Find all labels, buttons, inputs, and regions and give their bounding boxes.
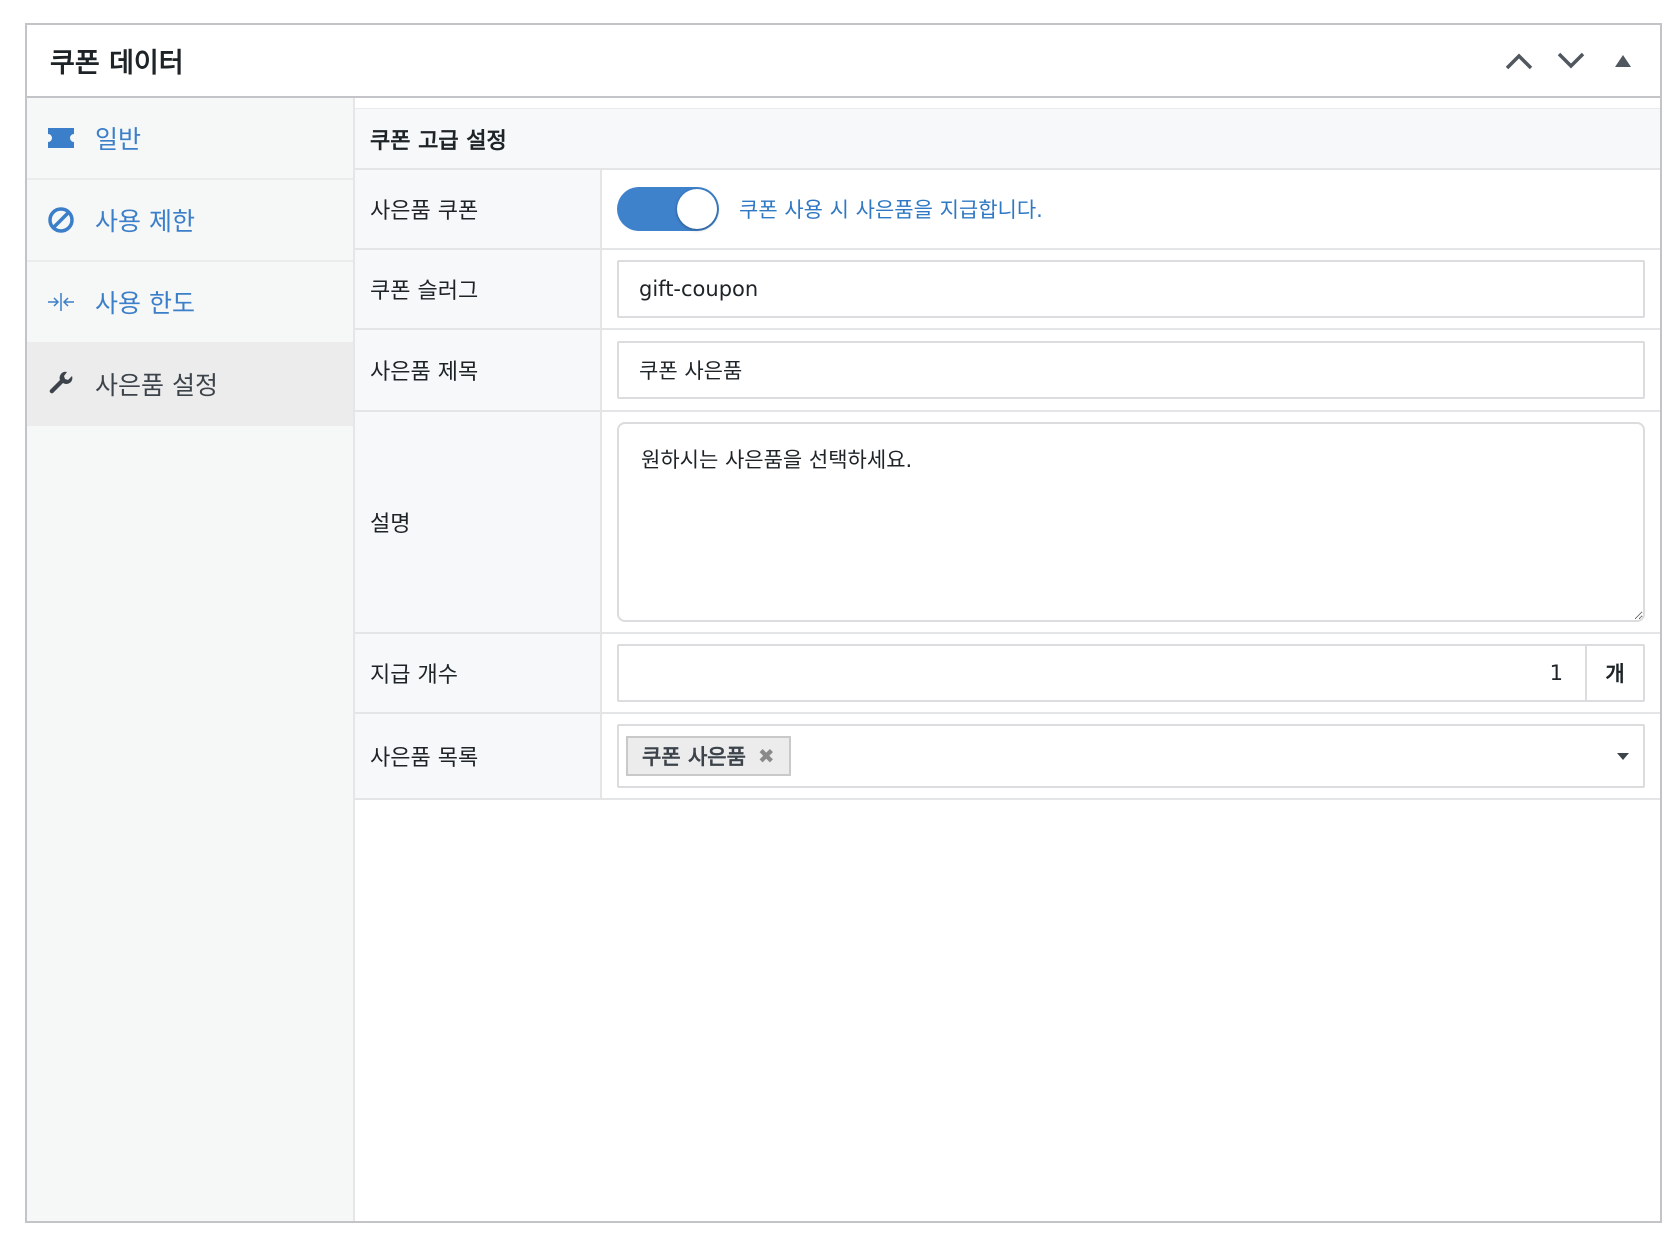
tab-usage-restriction-label: 사용 제한 bbox=[95, 207, 195, 236]
row-gift-coupon: 사은품 쿠폰 쿠폰 사용 시 사은품을 지급합니다. bbox=[355, 170, 1660, 250]
tab-general-label: 일반 bbox=[95, 125, 142, 154]
caret-up-icon[interactable] bbox=[1608, 46, 1638, 76]
tab-usage-limits[interactable]: 사용 한도 bbox=[27, 262, 353, 344]
panel-header: 쿠폰 데이터 bbox=[27, 25, 1660, 98]
chevron-up-icon[interactable] bbox=[1504, 46, 1534, 76]
gift-title-label: 사은품 제목 bbox=[355, 330, 602, 410]
chevron-down-icon[interactable] bbox=[1556, 46, 1586, 76]
tab-gift-settings[interactable]: 사은품 설정 bbox=[27, 344, 353, 426]
quantity-unit: 개 bbox=[1585, 646, 1643, 700]
main-content: 쿠폰 고급 설정 사은품 쿠폰 쿠폰 사용 시 사은품을 지급합니다. 쿠폰 슬… bbox=[355, 98, 1660, 1221]
tab-general[interactable]: 일반 bbox=[27, 98, 353, 180]
gift-coupon-toggle[interactable] bbox=[617, 187, 719, 231]
row-gift-list: 사은품 목록 쿠폰 사은품 ✖ bbox=[355, 714, 1660, 800]
selected-gift-label: 쿠폰 사은품 bbox=[642, 745, 746, 769]
coupon-data-panel: 쿠폰 데이터 일반 사용 제한 사용 한도 사은품 설정 쿠폰 고급 설정 사은… bbox=[25, 23, 1662, 1223]
tab-usage-restriction[interactable]: 사용 제한 bbox=[27, 180, 353, 262]
row-coupon-slug: 쿠폰 슬러그 bbox=[355, 250, 1660, 330]
quantity-input[interactable] bbox=[619, 646, 1585, 700]
section-title: 쿠폰 고급 설정 bbox=[355, 108, 1660, 170]
gift-title-input[interactable] bbox=[617, 341, 1645, 399]
quantity-label: 지급 개수 bbox=[355, 634, 602, 712]
tab-gift-settings-label: 사은품 설정 bbox=[95, 371, 218, 400]
wrench-icon bbox=[47, 370, 75, 398]
tab-usage-limits-label: 사용 한도 bbox=[95, 289, 195, 318]
panel-body: 일반 사용 제한 사용 한도 사은품 설정 쿠폰 고급 설정 사은품 쿠폰 쿠폰… bbox=[27, 98, 1660, 1221]
row-gift-title: 사은품 제목 bbox=[355, 330, 1660, 412]
arrows-in-icon bbox=[47, 288, 75, 316]
gift-coupon-description: 쿠폰 사용 시 사은품을 지급합니다. bbox=[739, 198, 1043, 222]
description-textarea[interactable]: 원하시는 사은품을 선택하세요. bbox=[617, 422, 1645, 622]
coupon-slug-input[interactable] bbox=[617, 260, 1645, 318]
gift-list-select[interactable]: 쿠폰 사은품 ✖ bbox=[617, 724, 1645, 788]
dropdown-caret-icon[interactable] bbox=[1613, 746, 1633, 766]
row-description: 설명 원하시는 사은품을 선택하세요. bbox=[355, 412, 1660, 634]
selected-gift-tag: 쿠폰 사은품 ✖ bbox=[626, 736, 791, 776]
description-label: 설명 bbox=[355, 412, 602, 632]
quantity-field: 개 bbox=[617, 644, 1645, 702]
gift-list-label: 사은품 목록 bbox=[355, 714, 602, 798]
prohibit-icon bbox=[47, 206, 75, 234]
ticket-icon bbox=[47, 124, 75, 152]
panel-title: 쿠폰 데이터 bbox=[50, 48, 184, 79]
toggle-knob bbox=[677, 189, 717, 229]
gift-coupon-label: 사은품 쿠폰 bbox=[355, 170, 602, 248]
remove-tag-icon[interactable]: ✖ bbox=[758, 744, 775, 768]
row-quantity: 지급 개수 개 bbox=[355, 634, 1660, 714]
panel-controls bbox=[1504, 46, 1638, 76]
coupon-slug-label: 쿠폰 슬러그 bbox=[355, 250, 602, 328]
sidebar: 일반 사용 제한 사용 한도 사은품 설정 bbox=[27, 98, 355, 1221]
